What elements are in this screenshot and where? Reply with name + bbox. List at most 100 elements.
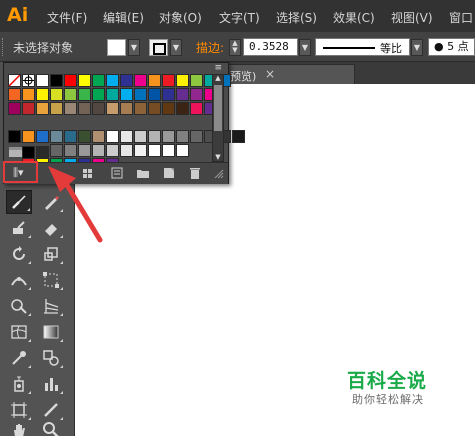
swatch-gray[interactable]	[148, 144, 161, 157]
swatch-gray[interactable]	[120, 144, 133, 157]
swatch-options-icon[interactable]	[110, 166, 124, 180]
swatch-color[interactable]	[176, 102, 189, 115]
swatch-gray[interactable]	[134, 130, 147, 143]
swatch-color[interactable]	[64, 88, 77, 101]
swatch-color[interactable]	[92, 74, 105, 87]
swatch-color[interactable]	[78, 102, 91, 115]
swatch-color[interactable]	[36, 130, 49, 143]
swatch-color[interactable]	[8, 88, 21, 101]
swatch-color[interactable]	[162, 74, 175, 87]
scale-tool[interactable]	[38, 242, 64, 266]
width-tool[interactable]	[6, 268, 32, 292]
menu-type[interactable]: 文字(T)	[219, 9, 260, 26]
swatch-color[interactable]	[190, 102, 203, 115]
stroke-weight-input[interactable]: 0.3528	[243, 38, 298, 56]
variable-width-profile[interactable]: 等比	[315, 38, 410, 56]
perspective-grid-tool[interactable]	[38, 294, 64, 318]
swatch-scrollbar[interactable]: ▲ ▼	[212, 74, 224, 162]
swatch-color[interactable]	[106, 74, 119, 87]
swatch-pattern-2[interactable]	[64, 130, 77, 143]
eyedropper-tool[interactable]	[6, 346, 32, 370]
swatch-color[interactable]	[50, 88, 63, 101]
stroke-color-swatch[interactable]	[149, 39, 168, 56]
swatch-gray[interactable]	[148, 130, 161, 143]
menu-object[interactable]: 对象(O)	[159, 9, 202, 26]
swatch-none[interactable]	[8, 74, 21, 87]
swatch-gray[interactable]	[120, 130, 133, 143]
new-color-group-icon[interactable]	[136, 166, 150, 180]
swatch-color[interactable]	[36, 74, 49, 87]
rotate-tool[interactable]	[6, 242, 32, 266]
new-swatch-icon[interactable]	[162, 166, 176, 180]
swatch-gray[interactable]	[232, 130, 245, 143]
swatch-color[interactable]	[78, 74, 91, 87]
resize-grip-icon[interactable]	[214, 169, 224, 179]
swatch-registration[interactable]	[22, 74, 35, 87]
swatch-gray[interactable]	[162, 144, 175, 157]
close-icon[interactable]: ×	[265, 67, 275, 81]
stroke-weight-dropdown[interactable]: ▼	[299, 39, 311, 56]
swatch-color[interactable]	[36, 88, 49, 101]
swatch-color[interactable]	[92, 88, 105, 101]
swatch-gray[interactable]	[92, 144, 105, 157]
swatch-pattern-4[interactable]	[92, 130, 105, 143]
swatch-color[interactable]	[106, 102, 119, 115]
swatch-gray[interactable]	[78, 144, 91, 157]
swatch-color[interactable]	[134, 102, 147, 115]
swatch-gray[interactable]	[106, 144, 119, 157]
swatch-pattern-3[interactable]	[78, 130, 91, 143]
swatch-color[interactable]	[22, 88, 35, 101]
blend-tool[interactable]	[38, 346, 64, 370]
gradient-tool[interactable]	[38, 320, 64, 344]
paintbrush-tool[interactable]	[6, 190, 32, 214]
fill-dropdown-button[interactable]: ▼	[128, 39, 140, 56]
scroll-thumb[interactable]	[214, 85, 222, 131]
swatch-gray[interactable]	[190, 130, 203, 143]
free-transform-tool[interactable]	[38, 268, 64, 292]
pencil-tool[interactable]	[38, 190, 64, 214]
swatch-color[interactable]	[22, 130, 35, 143]
menu-select[interactable]: 选择(S)	[276, 9, 317, 26]
hand-tool[interactable]	[6, 418, 32, 436]
swatch-color[interactable]	[190, 88, 203, 101]
swatch-color[interactable]	[176, 88, 189, 101]
shape-builder-tool[interactable]	[6, 294, 32, 318]
swatch-gray[interactable]	[176, 130, 189, 143]
swatch-color[interactable]	[120, 74, 133, 87]
menu-window[interactable]: 窗口	[449, 9, 473, 26]
profile-dropdown-button[interactable]: ▼	[411, 39, 423, 56]
swatch-color[interactable]	[36, 102, 49, 115]
zoom-tool[interactable]	[38, 418, 64, 436]
swatch-color[interactable]	[134, 74, 147, 87]
brush-definition[interactable]: ● 5 点	[428, 38, 475, 56]
swatch-color[interactable]	[106, 88, 119, 101]
swatch-color[interactable]	[190, 74, 203, 87]
document-tab[interactable]: 预览) ×	[225, 64, 355, 84]
mesh-tool[interactable]	[6, 320, 32, 344]
swatch-color[interactable]	[78, 88, 91, 101]
stroke-dropdown-button[interactable]: ▼	[170, 39, 182, 56]
swatch-color[interactable]	[162, 102, 175, 115]
delete-swatch-icon[interactable]	[188, 166, 202, 180]
swatch-gray[interactable]	[134, 144, 147, 157]
swatch-color[interactable]	[148, 102, 161, 115]
swatch-color[interactable]	[134, 88, 147, 101]
scroll-up-icon[interactable]: ▲	[213, 74, 223, 82]
fill-color-swatch[interactable]	[107, 39, 126, 56]
swatch-color[interactable]	[50, 102, 63, 115]
swatch-color[interactable]	[8, 130, 21, 143]
grip-handle[interactable]	[2, 38, 5, 56]
scroll-down-icon[interactable]: ▼	[213, 153, 223, 161]
menu-edit[interactable]: 编辑(E)	[103, 9, 144, 26]
swatch-color[interactable]	[162, 88, 175, 101]
column-graph-tool[interactable]	[38, 372, 64, 396]
swatch-color[interactable]	[8, 102, 21, 115]
swatch-gray[interactable]	[50, 144, 63, 157]
blob-brush-tool[interactable]	[6, 216, 32, 240]
stroke-stepper[interactable]: ▲ ▼	[229, 39, 241, 56]
swatch-color[interactable]	[22, 102, 35, 115]
menu-file[interactable]: 文件(F)	[47, 9, 87, 26]
swatch-gray[interactable]	[64, 144, 77, 157]
symbol-sprayer-tool[interactable]	[6, 372, 32, 396]
swatch-pattern-1[interactable]	[50, 130, 63, 143]
